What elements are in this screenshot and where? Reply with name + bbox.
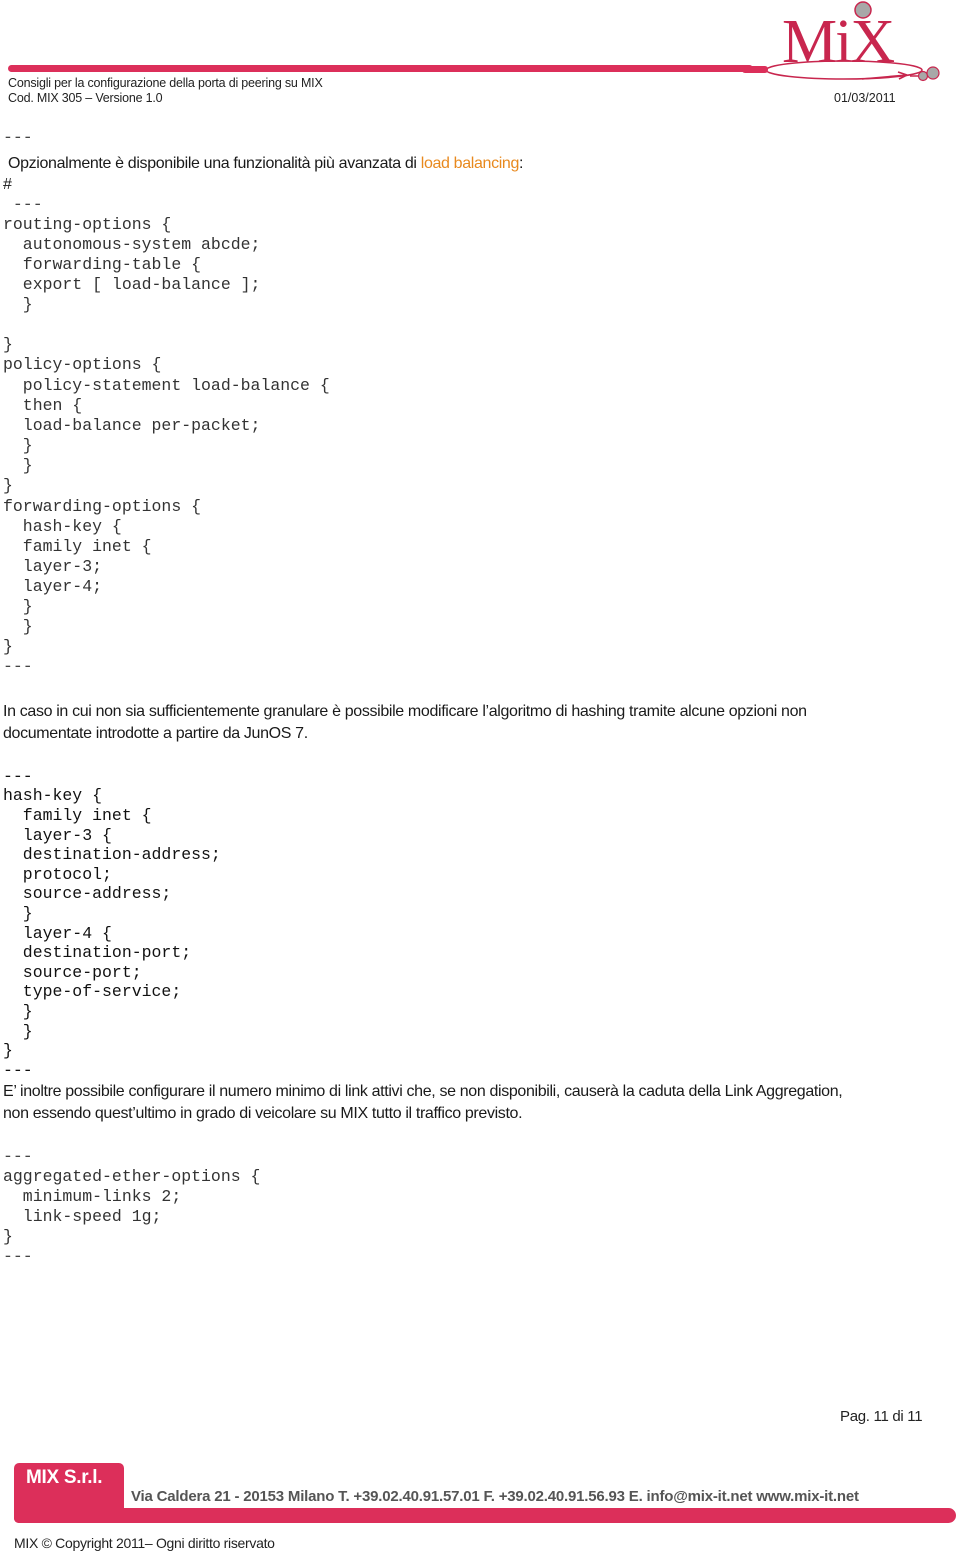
separator: --- — [3, 767, 33, 786]
code-line: routing-options { — [3, 215, 172, 234]
footer-address: Via Caldera 21 - 20153 Milano T. +39.02.… — [131, 1488, 859, 1505]
document-date: 01/03/2011 — [834, 91, 896, 105]
intro-paragraph: Opzionalmente è disponibile una funziona… — [8, 155, 524, 173]
code-line: } — [3, 456, 33, 475]
code-line: } — [3, 1227, 13, 1246]
logo-text: MiX — [782, 8, 894, 76]
code-line: } — [3, 1041, 13, 1060]
code-line: layer-3 { — [3, 826, 112, 845]
header-rule — [8, 65, 753, 72]
paragraph-line: documentate introdotte a partire da JunO… — [3, 725, 308, 742]
page-number: Pag. 11 di 11 — [840, 1408, 923, 1425]
code-line: forwarding-table { — [3, 255, 202, 274]
intro-text: Opzionalmente è disponibile una funziona… — [8, 155, 421, 172]
code-line: policy-options { — [3, 355, 162, 374]
code-line: } — [3, 637, 13, 656]
code-line: } — [3, 1022, 33, 1041]
code-line: load-balance per-packet; — [3, 416, 261, 435]
paragraph-line: E’ inoltre possibile configurare il nume… — [3, 1083, 843, 1100]
paragraph-line: non essendo quest’ultimo in grado di vei… — [3, 1105, 523, 1122]
code-line: } — [3, 617, 33, 636]
code-line: hash-key { — [3, 517, 122, 536]
code-line: destination-address; — [3, 845, 221, 864]
highlight-link[interactable]: load balancing — [421, 155, 520, 172]
footer-brand: MIX S.r.l. — [26, 1467, 103, 1488]
code-line: layer-3; — [3, 557, 103, 576]
code-line: } — [3, 904, 33, 923]
code-line: export [ load-balance ]; — [3, 275, 261, 294]
code-line: layer-4; — [3, 577, 103, 596]
code-line: forwarding-options { — [3, 497, 202, 516]
separator: --- — [3, 1247, 33, 1266]
mix-logo-icon: MiX — [742, 1, 940, 82]
code-line: type-of-service; — [3, 982, 182, 1001]
code-line: source-address; — [3, 884, 172, 903]
code-line: autonomous-system abcde; — [3, 235, 261, 254]
copyright: MIX © Copyright 2011– Ogni diritto riser… — [14, 1535, 275, 1551]
code-line: aggregated-ether-options { — [3, 1167, 261, 1186]
code-line: } — [3, 295, 33, 314]
code-line: family inet { — [3, 537, 152, 556]
code-line: source-port; — [3, 963, 142, 982]
document-title: Consigli per la configurazione della por… — [8, 76, 323, 90]
footer-rule — [14, 1508, 956, 1523]
code-line: } — [3, 436, 33, 455]
separator: --- — [3, 1061, 33, 1080]
code-line: then { — [3, 396, 83, 415]
code-line: } — [3, 476, 13, 495]
code-line: hash-key { — [3, 786, 103, 805]
code-line: destination-port; — [3, 943, 192, 962]
code-line: link-speed 1g; — [3, 1207, 162, 1226]
code-line: minimum-links 2; — [3, 1187, 182, 1206]
separator: --- — [3, 195, 43, 214]
code-line: } — [3, 335, 13, 354]
hash-mark: # — [3, 176, 12, 193]
code-line: } — [3, 597, 33, 616]
intro-suffix: : — [519, 155, 524, 172]
code-line: family inet { — [3, 806, 152, 825]
separator: --- — [3, 128, 33, 147]
code-line: layer-4 { — [3, 924, 112, 943]
document-code: Cod. MIX 305 – Versione 1.0 — [8, 91, 163, 105]
code-line: } — [3, 1002, 33, 1021]
code-line: policy-statement load-balance { — [3, 376, 330, 395]
separator: --- — [3, 657, 33, 676]
code-line: protocol; — [3, 865, 112, 884]
paragraph-line: In caso in cui non sia sufficientemente … — [3, 703, 807, 720]
separator: --- — [3, 1147, 33, 1166]
